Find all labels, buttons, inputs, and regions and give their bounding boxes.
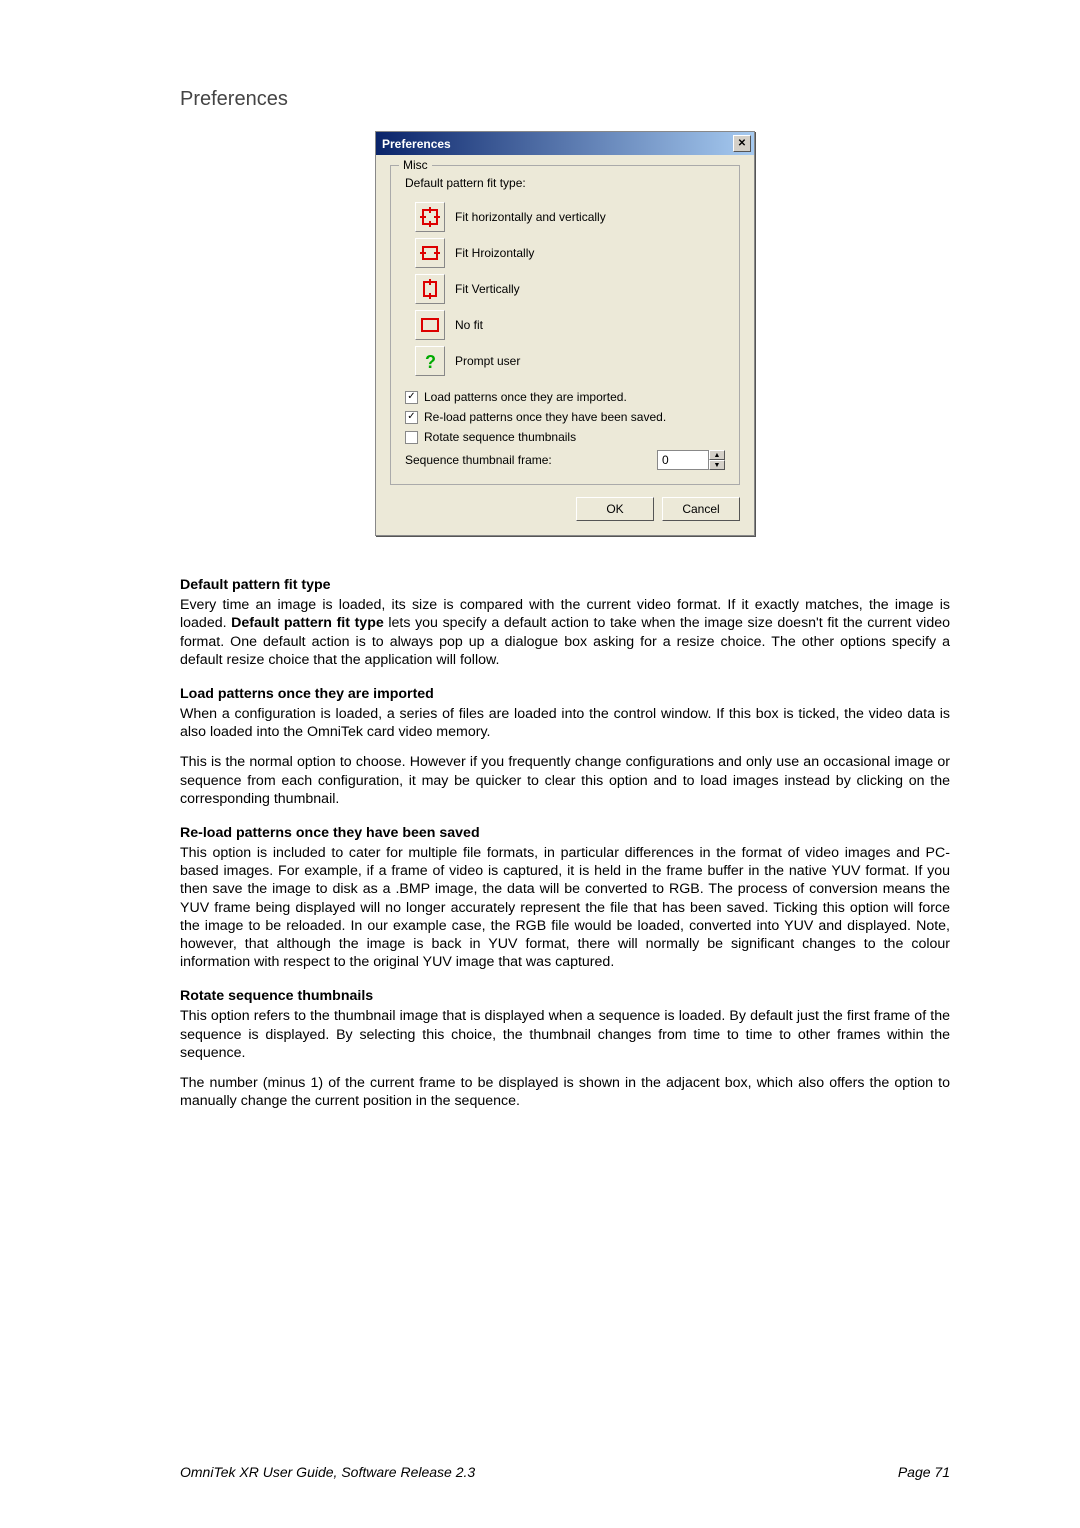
paragraph: Every time an image is loaded, its size … xyxy=(180,596,950,669)
page-title: Preferences xyxy=(180,88,950,111)
fit-option-prompt[interactable]: ? Prompt user xyxy=(415,346,723,376)
section-heading: Load patterns once they are imported xyxy=(180,685,950,703)
fit-option-vertical[interactable]: Fit Vertically xyxy=(415,274,723,304)
page-footer: OmniTek XR User Guide, Software Release … xyxy=(180,1464,950,1480)
checkbox-icon: ✓ xyxy=(405,411,418,424)
checkbox-icon xyxy=(405,431,418,444)
paragraph: This option refers to the thumbnail imag… xyxy=(180,1007,950,1062)
default-fit-label: Default pattern fit type: xyxy=(405,176,725,190)
fit-option-label: Fit Vertically xyxy=(455,282,520,296)
footer-right: Page 71 xyxy=(898,1464,950,1480)
check-rotate-thumbnails[interactable]: Rotate sequence thumbnails xyxy=(405,430,725,444)
checkbox-label: Load patterns once they are imported. xyxy=(424,390,627,404)
sequence-frame-label: Sequence thumbnail frame: xyxy=(405,453,552,467)
misc-group: Misc Default pattern fit type: Fit horiz… xyxy=(390,165,740,485)
fit-option-none[interactable]: No fit xyxy=(415,310,723,340)
chevron-up-icon: ▲ xyxy=(714,452,721,459)
prompt-icon: ? xyxy=(415,346,445,376)
fit-horizontal-icon xyxy=(415,238,445,268)
section-heading: Default pattern fit type xyxy=(180,576,950,594)
close-button[interactable]: ✕ xyxy=(733,135,751,152)
spin-down-button[interactable]: ▼ xyxy=(709,460,725,470)
svg-text:?: ? xyxy=(425,352,436,372)
section-heading: Re-load patterns once they have been sav… xyxy=(180,824,950,842)
fit-both-icon xyxy=(415,202,445,232)
body-text: Default pattern fit type Every time an i… xyxy=(180,576,950,1110)
fit-option-label: Prompt user xyxy=(455,354,520,368)
checkbox-label: Rotate sequence thumbnails xyxy=(424,430,576,444)
checkbox-label: Re-load patterns once they have been sav… xyxy=(424,410,666,424)
footer-left: OmniTek XR User Guide, Software Release … xyxy=(180,1464,475,1480)
spin-up-button[interactable]: ▲ xyxy=(709,450,725,460)
cancel-button[interactable]: Cancel xyxy=(662,497,740,521)
chevron-down-icon: ▼ xyxy=(714,462,721,469)
fit-option-label: Fit horizontally and vertically xyxy=(455,210,606,224)
check-load-imported[interactable]: ✓ Load patterns once they are imported. xyxy=(405,390,725,404)
checkbox-icon: ✓ xyxy=(405,391,418,404)
fit-vertical-icon xyxy=(415,274,445,304)
paragraph: When a configuration is loaded, a series… xyxy=(180,705,950,741)
fit-option-label: No fit xyxy=(455,318,483,332)
dialog-title: Preferences xyxy=(382,137,451,151)
fit-option-label: Fit Hroizontally xyxy=(455,246,534,260)
section-heading: Rotate sequence thumbnails xyxy=(180,987,950,1005)
dialog-titlebar[interactable]: Preferences ✕ xyxy=(376,132,754,155)
sequence-frame-input[interactable] xyxy=(657,450,709,470)
close-icon: ✕ xyxy=(738,138,746,149)
fit-option-both[interactable]: Fit horizontally and vertically xyxy=(415,202,723,232)
paragraph: This is the normal option to choose. How… xyxy=(180,753,950,808)
group-legend: Misc xyxy=(399,158,432,172)
ok-button[interactable]: OK xyxy=(576,497,654,521)
paragraph: This option is included to cater for mul… xyxy=(180,844,950,971)
paragraph: The number (minus 1) of the current fram… xyxy=(180,1074,950,1110)
fit-option-horizontal[interactable]: Fit Hroizontally xyxy=(415,238,723,268)
check-reload-saved[interactable]: ✓ Re-load patterns once they have been s… xyxy=(405,410,725,424)
fit-none-icon xyxy=(415,310,445,340)
preferences-dialog: Preferences ✕ Misc Default pattern fit t… xyxy=(375,131,755,536)
